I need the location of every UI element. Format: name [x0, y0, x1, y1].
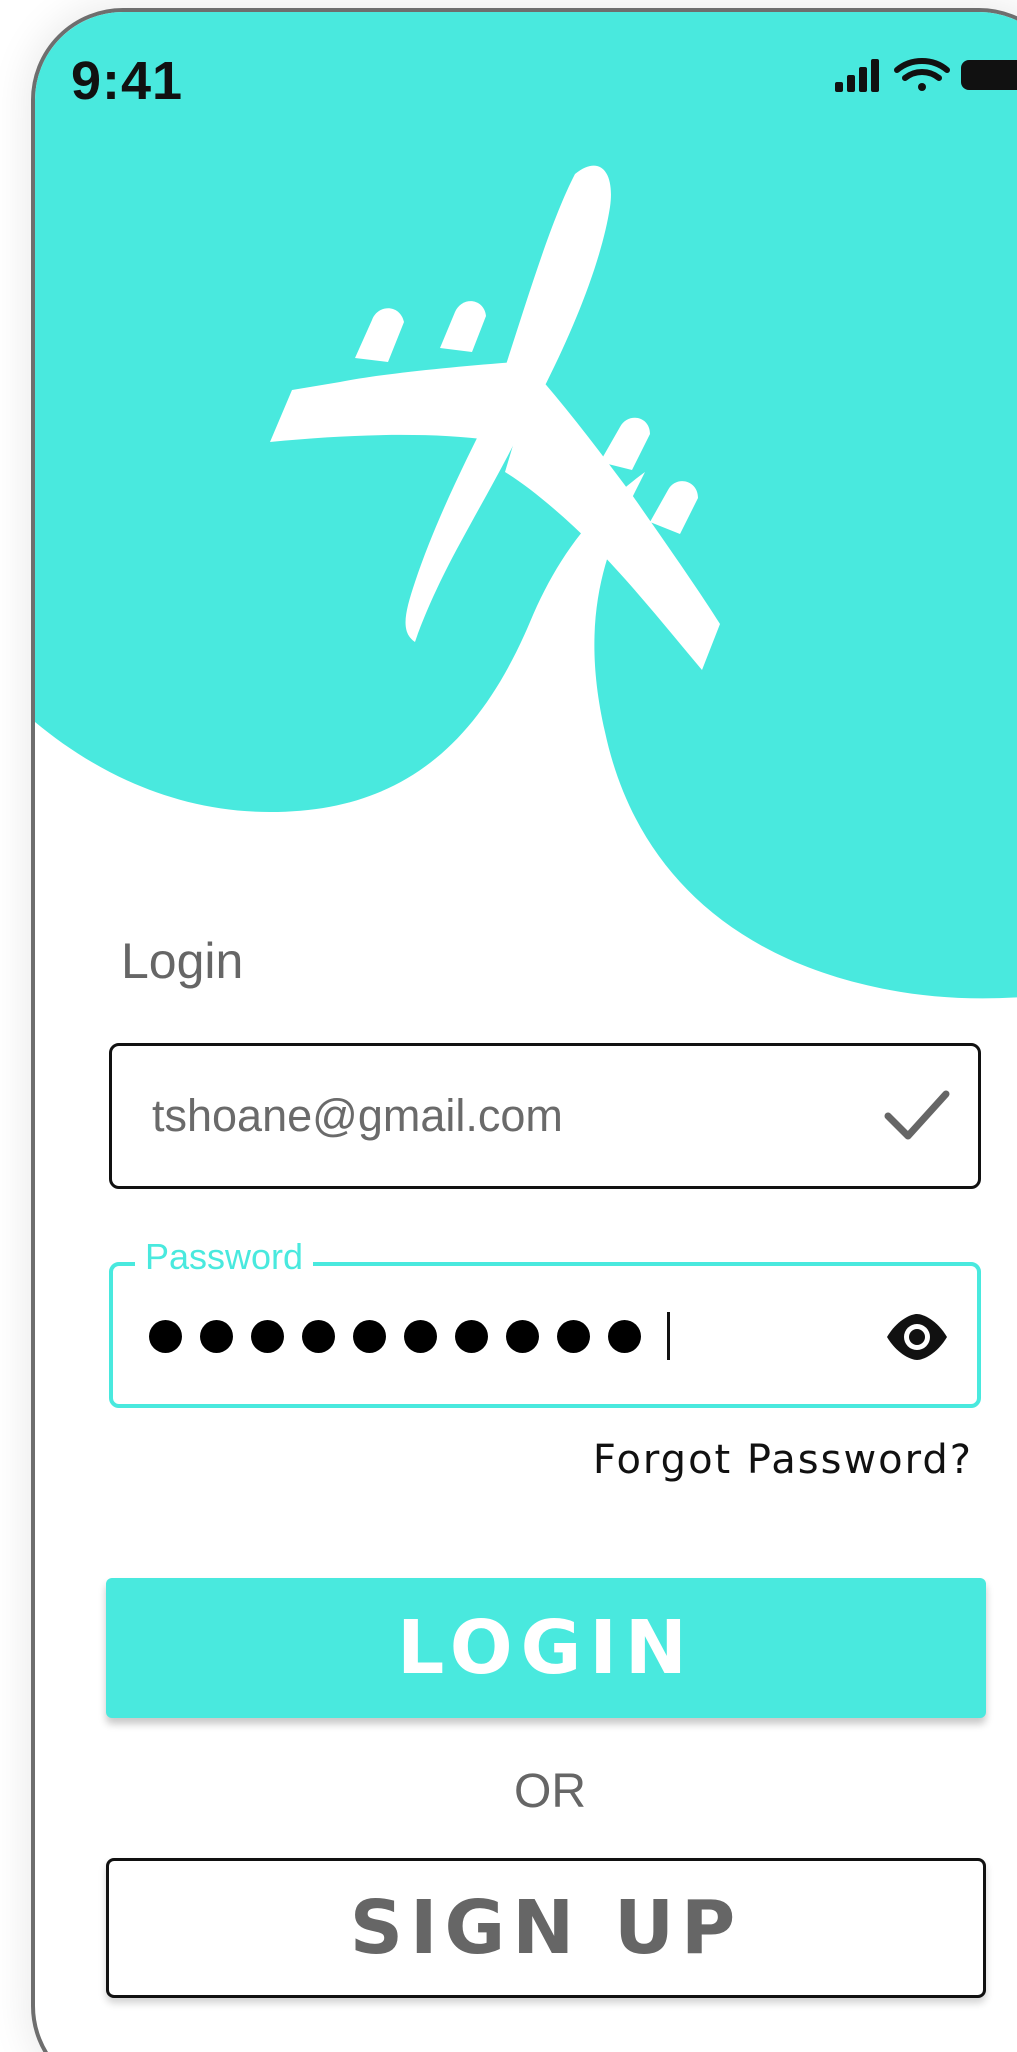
password-field[interactable]: Password: [109, 1236, 981, 1408]
email-value: tshoane@gmail.com: [152, 1090, 563, 1141]
hero-wave: [35, 12, 1017, 999]
email-field[interactable]: tshoane@gmail.com: [109, 1043, 981, 1189]
password-dot: [353, 1319, 386, 1353]
status-icons: [835, 58, 1017, 92]
password-dot: [608, 1319, 641, 1353]
check-icon: [884, 1090, 950, 1140]
login-screen: 9:41 Login tshoane@gmail.com Password Fo…: [0, 0, 1017, 2052]
forgot-password-link[interactable]: Forgot Password?: [593, 1437, 973, 1483]
signup-button[interactable]: SIGN UP: [106, 1858, 986, 1998]
text-caret: [667, 1312, 670, 1360]
wifi-icon: [894, 58, 950, 91]
login-button[interactable]: LOGIN: [106, 1578, 986, 1718]
password-dot: [404, 1319, 437, 1353]
password-dot: [506, 1319, 539, 1353]
signal-icon: [835, 59, 879, 92]
password-dot: [557, 1319, 590, 1353]
password-dot: [455, 1319, 488, 1353]
password-dot: [149, 1319, 182, 1353]
password-label: Password: [135, 1236, 314, 1278]
password-mask: [149, 1310, 670, 1362]
signup-button-label: SIGN UP: [349, 1885, 743, 1971]
status-time: 9:41: [71, 51, 184, 111]
password-dot: [251, 1319, 284, 1353]
or-separator: OR: [514, 1765, 586, 1818]
login-heading: Login: [121, 933, 244, 989]
password-dot: [302, 1319, 335, 1353]
phone-frame: 9:41 Login tshoane@gmail.com Password Fo…: [31, 8, 1017, 2052]
login-button-label: LOGIN: [397, 1605, 695, 1691]
password-dot: [200, 1319, 233, 1353]
battery-icon: [961, 60, 1017, 90]
eye-icon[interactable]: [885, 1312, 949, 1362]
